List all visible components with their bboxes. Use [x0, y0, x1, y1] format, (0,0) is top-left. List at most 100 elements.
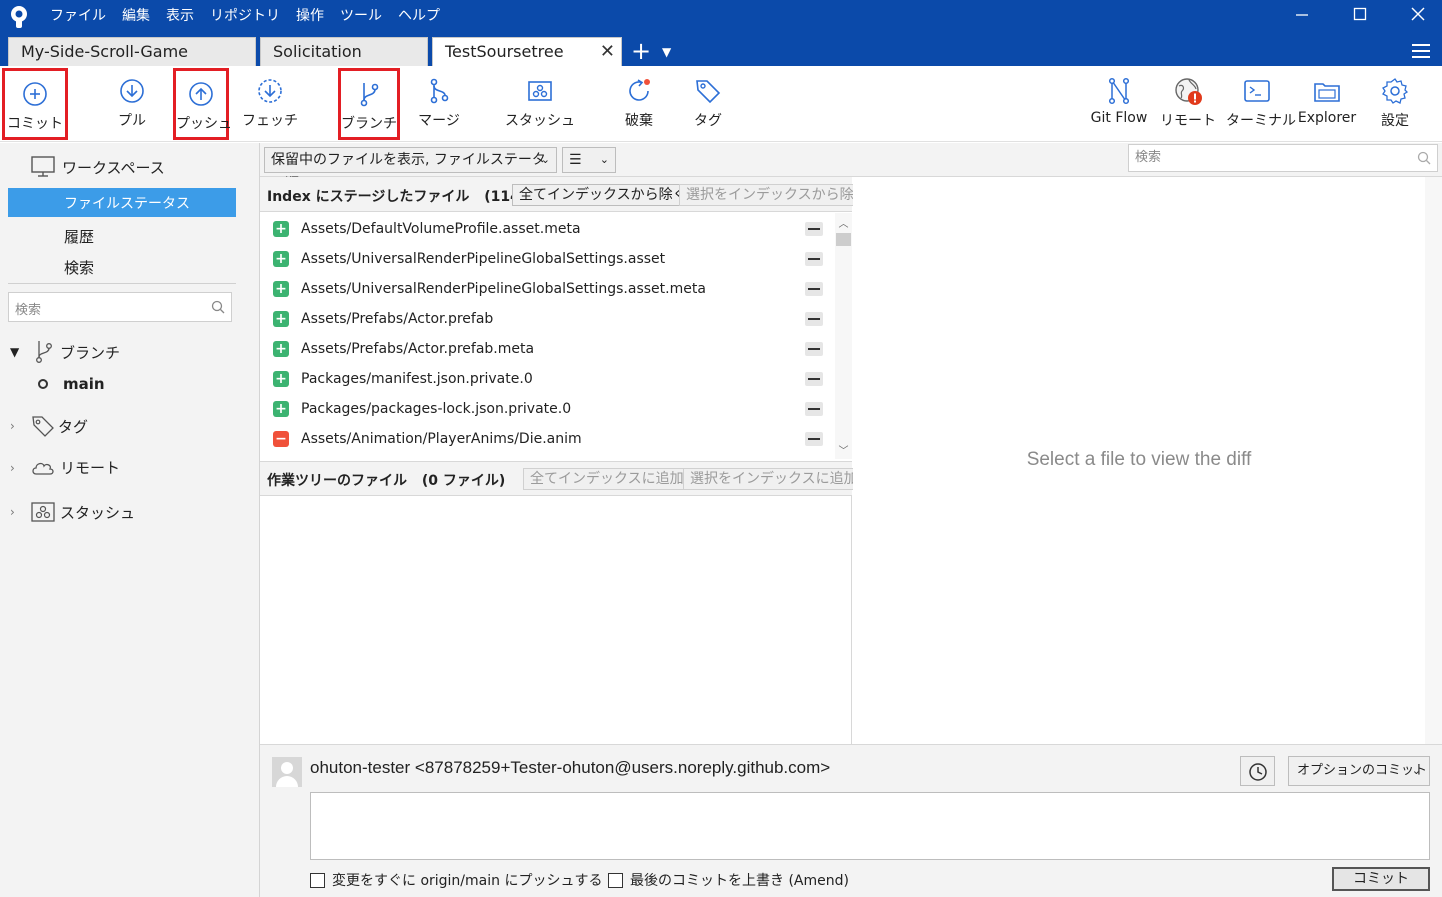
- sidebar-search-input[interactable]: 検索: [8, 292, 232, 322]
- tab-dropdown-icon[interactable]: ▼: [662, 37, 671, 66]
- branches-section[interactable]: ▼ ブランチ: [10, 339, 268, 365]
- pull-button[interactable]: プル: [104, 68, 160, 140]
- minimize-icon[interactable]: [1288, 4, 1316, 28]
- discard-button[interactable]: 破棄: [612, 68, 666, 140]
- fetch-button[interactable]: フェッチ: [240, 68, 300, 140]
- view-option-dropdown[interactable]: 保留中のファイルを表示, ファイルステータス順 ⌄: [264, 147, 557, 192]
- chevron-down-icon[interactable]: ▼: [10, 345, 26, 359]
- removed-status-icon: −: [273, 431, 289, 447]
- unstage-file-button[interactable]: [805, 222, 823, 236]
- branch-button[interactable]: ブランチ: [338, 68, 400, 140]
- unstage-file-button[interactable]: [805, 342, 823, 356]
- unstage-selected-button[interactable]: 選択をインデックスから除く: [679, 184, 875, 206]
- menu-tools[interactable]: ツール: [340, 6, 382, 26]
- pull-icon: [120, 79, 144, 103]
- file-path: Assets/Animation/PlayerAnims/Die.anim: [301, 431, 582, 447]
- push-button[interactable]: プッシュ: [173, 68, 232, 140]
- scroll-up-icon[interactable]: ︿: [835, 215, 852, 230]
- sidebar-item-file-status[interactable]: ファイルステータス: [8, 188, 236, 217]
- chevron-right-icon[interactable]: ›: [10, 419, 26, 433]
- push-immediately-option[interactable]: 変更をすぐに origin/main にプッシュする: [310, 870, 602, 890]
- unstage-file-button[interactable]: [805, 372, 823, 386]
- menu-help[interactable]: ヘルプ: [398, 6, 440, 26]
- commit-message-input[interactable]: [310, 792, 1430, 860]
- list-item[interactable]: + Assets/Prefabs/Actor.prefab: [260, 304, 835, 334]
- explorer-button[interactable]: Explorer: [1296, 68, 1358, 140]
- commit-submit-button[interactable]: コミット: [1332, 867, 1430, 891]
- staged-list-scrollbar[interactable]: ︿ ﹀: [835, 213, 852, 459]
- tab-my-side-scroll-game[interactable]: My-Side-Scroll-Game: [8, 37, 256, 66]
- tags-section[interactable]: › タグ: [10, 413, 268, 439]
- commit-history-button[interactable]: [1240, 756, 1275, 786]
- unstage-file-button[interactable]: [805, 432, 823, 446]
- fetch-label: フェッチ: [242, 113, 298, 129]
- menu-actions[interactable]: 操作: [296, 6, 324, 26]
- diff-scrollbar[interactable]: [1425, 177, 1442, 744]
- amend-checkbox[interactable]: [608, 872, 623, 888]
- unstage-file-button[interactable]: [805, 282, 823, 296]
- merge-button[interactable]: マージ: [412, 68, 466, 140]
- tab-label: TestSoursetree: [445, 42, 564, 61]
- list-item[interactable]: + Packages/manifest.json.private.0: [260, 364, 835, 394]
- branch-item-main[interactable]: main: [38, 375, 296, 393]
- push-immediately-label: 変更をすぐに origin/main にプッシュする: [332, 873, 603, 889]
- add-selected-button[interactable]: 選択をインデックスに追加: [683, 468, 865, 490]
- chevron-right-icon[interactable]: ›: [10, 505, 26, 519]
- amend-label: 最後のコミットを上書き (Amend): [630, 873, 849, 889]
- amend-option[interactable]: 最後のコミットを上書き (Amend): [608, 870, 849, 890]
- list-item[interactable]: − Assets/Animation/PlayerAnims/Die.anim: [260, 424, 835, 454]
- unstage-all-button[interactable]: 全てインデックスから除く: [512, 184, 694, 206]
- file-status-label: ファイルステータス: [64, 196, 190, 212]
- branch-name: main: [63, 375, 105, 393]
- unstage-file-button[interactable]: [805, 312, 823, 326]
- list-item[interactable]: + Assets/DefaultVolumeProfile.asset.meta: [260, 214, 835, 244]
- unstage-file-button[interactable]: [805, 252, 823, 266]
- menu-file[interactable]: ファイル: [50, 6, 106, 26]
- menu-edit[interactable]: 編集: [122, 6, 150, 26]
- sidebar-item-search[interactable]: 検索: [64, 257, 214, 278]
- tab-label: Solicitation: [273, 42, 362, 61]
- added-status-icon: +: [273, 221, 289, 237]
- chevron-right-icon[interactable]: ›: [10, 461, 26, 475]
- remotes-section[interactable]: › リモート: [10, 457, 268, 478]
- maximize-icon[interactable]: [1346, 4, 1374, 28]
- tab-testsoursetree[interactable]: TestSoursetree ✕: [432, 37, 622, 66]
- close-window-icon[interactable]: [1404, 4, 1432, 28]
- scrollbar-thumb[interactable]: [836, 233, 851, 246]
- menu-repository[interactable]: リポジトリ: [210, 6, 280, 26]
- explorer-label: Explorer: [1297, 110, 1357, 126]
- stashes-section[interactable]: › スタッシュ: [10, 501, 268, 523]
- settings-button[interactable]: 設定: [1372, 68, 1418, 140]
- push-immediately-checkbox[interactable]: [310, 872, 325, 888]
- sidebar-item-history[interactable]: 履歴: [64, 226, 214, 247]
- tab-label: My-Side-Scroll-Game: [21, 42, 188, 61]
- list-item[interactable]: + Assets/Prefabs/Actor.prefab.meta: [260, 334, 835, 364]
- gitflow-button[interactable]: Git Flow: [1086, 68, 1152, 140]
- close-tab-icon[interactable]: ✕: [600, 38, 615, 65]
- branch-label: ブランチ: [341, 116, 397, 132]
- terminal-button[interactable]: ターミナル: [1226, 68, 1296, 140]
- unstage-file-button[interactable]: [805, 402, 823, 416]
- file-path: Assets/UniversalRenderPipelineGlobalSett…: [301, 251, 666, 267]
- menu-view[interactable]: 表示: [166, 6, 194, 26]
- list-item[interactable]: + Assets/UniversalRenderPipelineGlobalSe…: [260, 244, 835, 274]
- list-item[interactable]: + Assets/UniversalRenderPipelineGlobalSe…: [260, 274, 835, 304]
- commit-options-dropdown[interactable]: オプションのコミット ⌄: [1288, 756, 1430, 786]
- discard-label: 破棄: [625, 113, 653, 129]
- hamburger-menu-icon[interactable]: [1412, 40, 1430, 62]
- new-tab-icon[interactable]: +: [628, 37, 654, 66]
- list-item[interactable]: + Packages/packages-lock.json.private.0: [260, 394, 835, 424]
- tag-button[interactable]: タグ: [682, 68, 734, 140]
- commit-button[interactable]: コミット: [2, 68, 68, 140]
- added-status-icon: +: [273, 251, 289, 267]
- add-all-button[interactable]: 全てインデックスに追加: [523, 468, 691, 490]
- commit-label: コミット: [7, 116, 63, 132]
- remote-button[interactable]: リモート: [1160, 68, 1216, 140]
- file-search-input[interactable]: 検索: [1128, 144, 1438, 172]
- stash-button[interactable]: スタッシュ: [505, 68, 575, 140]
- sidebar-divider: [8, 283, 236, 284]
- added-status-icon: +: [273, 311, 289, 327]
- list-mode-dropdown[interactable]: ☰ ⌄: [562, 147, 616, 173]
- tab-solicitation[interactable]: Solicitation: [260, 37, 428, 66]
- scroll-down-icon[interactable]: ﹀: [835, 442, 852, 457]
